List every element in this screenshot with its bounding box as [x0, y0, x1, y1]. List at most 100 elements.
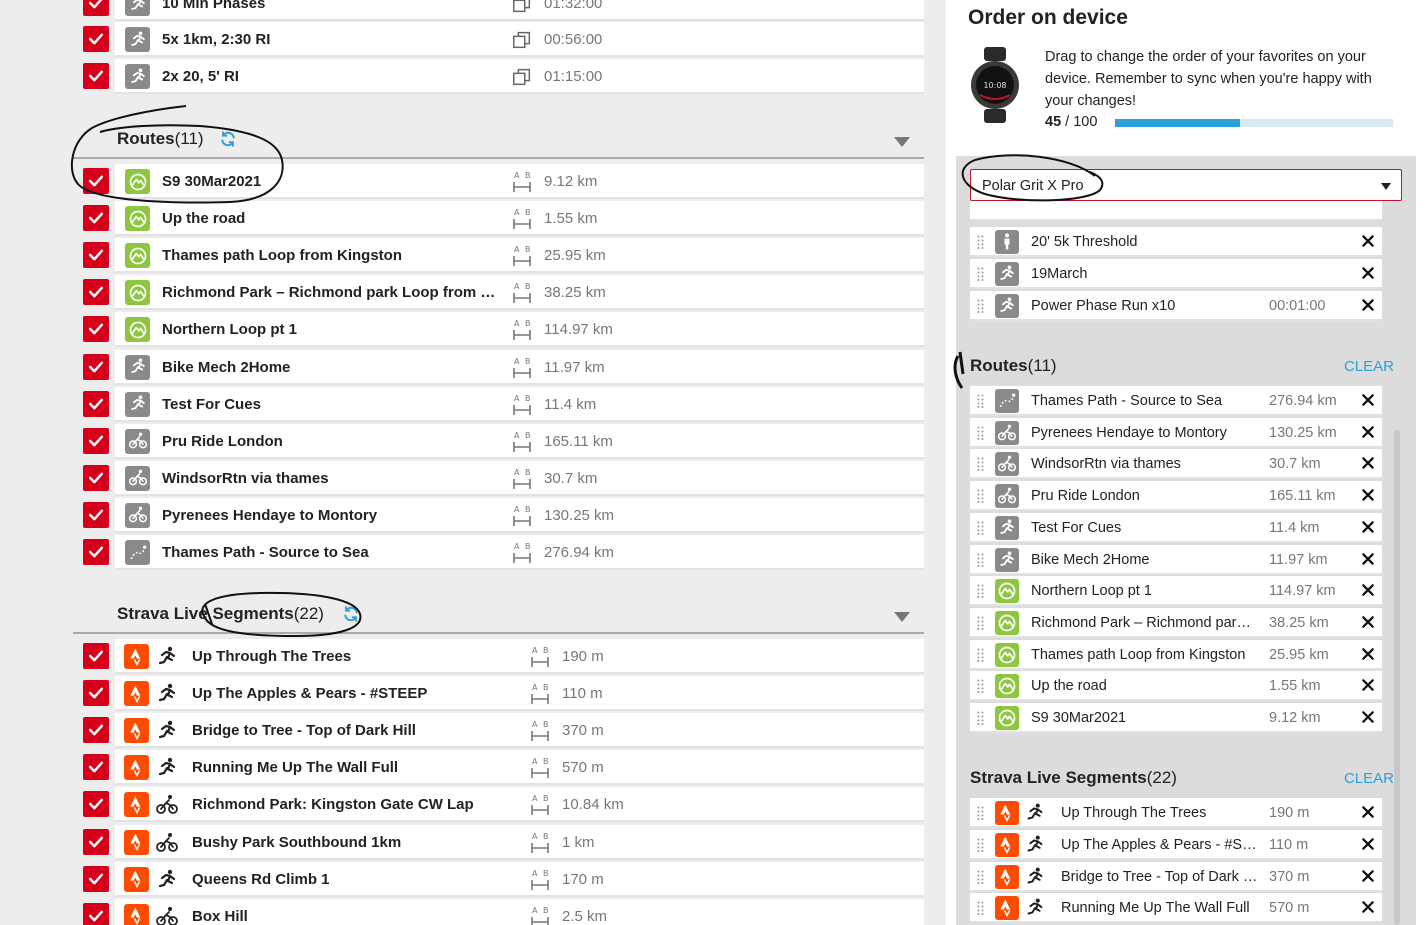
- drag-handle-icon[interactable]: [977, 299, 984, 313]
- device-favorite-row[interactable]: Bike Mech 2Home 11.97 km: [970, 544, 1382, 575]
- route-row[interactable]: Thames path Loop from Kingston A B 25.95 km: [81, 238, 924, 274]
- device-favorite-row[interactable]: Pyrenees Hendaye to Montory 130.25 km: [970, 417, 1382, 448]
- route-row[interactable]: Pru Ride London A B 165.11 km: [81, 423, 924, 459]
- remove-icon[interactable]: [1360, 297, 1376, 313]
- segment-row[interactable]: Box Hill A B 2.5 km: [81, 898, 924, 925]
- checkbox[interactable]: [83, 828, 109, 855]
- segment-row[interactable]: Bushy Park Southbound 1km A B 1 km: [81, 824, 924, 860]
- device-segment-row[interactable]: Up The Apples & Pears - #STEEP 110 m: [970, 829, 1382, 860]
- sync-icon[interactable]: [218, 129, 238, 149]
- checkbox[interactable]: [83, 26, 109, 52]
- drag-handle-icon[interactable]: [977, 616, 984, 630]
- checkbox[interactable]: [83, 680, 109, 707]
- checkbox[interactable]: [83, 865, 109, 892]
- drag-handle-icon[interactable]: [977, 521, 984, 535]
- clear-link[interactable]: CLEAR: [1344, 770, 1394, 787]
- route-row[interactable]: Thames Path - Source to Sea A B 276.94 km: [81, 535, 924, 570]
- remove-icon[interactable]: [1360, 836, 1376, 852]
- device-favorite-row[interactable]: 19March: [970, 258, 1382, 289]
- checkbox[interactable]: [83, 427, 109, 454]
- route-row[interactable]: Bike Mech 2Home A B 11.97 km: [81, 349, 924, 385]
- drag-handle-icon[interactable]: [977, 870, 984, 884]
- scrollbar[interactable]: [1394, 430, 1400, 925]
- drag-handle-icon[interactable]: [977, 394, 984, 408]
- checkbox[interactable]: [83, 791, 109, 818]
- sync-icon[interactable]: [341, 604, 361, 624]
- segment-row[interactable]: Richmond Park: Kingston Gate CW Lap A B 10.…: [81, 787, 924, 823]
- section-header[interactable]: Routes(11): [73, 129, 924, 159]
- checkbox[interactable]: [83, 643, 109, 669]
- drag-handle-icon[interactable]: [977, 553, 984, 567]
- route-row[interactable]: Test For Cues A B 11.4 km: [81, 386, 924, 422]
- route-row[interactable]: WindsorRtn via thames A B 30.7 km: [81, 460, 924, 496]
- checkbox[interactable]: [83, 902, 109, 925]
- drag-handle-icon[interactable]: [977, 267, 984, 281]
- remove-icon[interactable]: [1360, 899, 1376, 915]
- drag-handle-icon[interactable]: [977, 235, 984, 249]
- drag-handle-icon[interactable]: [977, 838, 984, 852]
- device-favorite-row[interactable]: Test For Cues 11.4 km: [970, 512, 1382, 543]
- route-row[interactable]: Pyrenees Hendaye to Montory A B 130.25 km: [81, 497, 924, 533]
- checkbox[interactable]: [83, 242, 109, 269]
- remove-icon[interactable]: [1360, 677, 1376, 693]
- drag-handle-icon[interactable]: [977, 711, 984, 725]
- section-header[interactable]: Strava Live Segments(22): [73, 604, 924, 634]
- clear-link[interactable]: CLEAR: [1344, 358, 1394, 375]
- route-row[interactable]: S9 30Mar2021 A B 9.12 km: [81, 164, 924, 199]
- checkbox[interactable]: [83, 464, 109, 491]
- device-favorite-row[interactable]: Power Phase Run x10 00:01:00: [970, 290, 1382, 321]
- device-favorite-row[interactable]: WindsorRtn via thames 30.7 km: [970, 449, 1382, 480]
- drag-handle-icon[interactable]: [977, 584, 984, 599]
- remove-icon[interactable]: [1360, 582, 1376, 598]
- remove-icon[interactable]: [1360, 551, 1376, 567]
- collapse-toggle-icon[interactable]: [894, 137, 910, 147]
- device-favorite-row[interactable]: Up the road 1.55 km: [970, 671, 1382, 702]
- remove-icon[interactable]: [1360, 804, 1376, 820]
- checkbox[interactable]: [83, 63, 109, 89]
- drag-handle-icon[interactable]: [977, 901, 984, 916]
- checkbox[interactable]: [83, 279, 109, 306]
- segment-row[interactable]: Bridge to Tree - Top of Dark Hill A B 370 m: [81, 713, 924, 749]
- checkbox[interactable]: [83, 205, 109, 232]
- device-favorite-row[interactable]: Pru Ride London 165.11 km: [970, 481, 1382, 512]
- route-row[interactable]: Richmond Park – Richmond park Loop from …: [81, 275, 924, 311]
- checkbox[interactable]: [83, 353, 109, 380]
- checkbox[interactable]: [83, 0, 109, 16]
- checkbox[interactable]: [83, 168, 109, 194]
- checkbox[interactable]: [83, 501, 109, 528]
- segment-row[interactable]: Up Through The Trees A B 190 m: [81, 639, 924, 674]
- device-favorite-row[interactable]: Thames path Loop from Kingston 25.95 km: [970, 639, 1382, 670]
- checkbox[interactable]: [83, 539, 109, 565]
- device-favorite-row[interactable]: Richmond Park – Richmond park Loop 38.25 …: [970, 607, 1382, 638]
- remove-icon[interactable]: [1360, 487, 1376, 503]
- remove-icon[interactable]: [1360, 646, 1376, 662]
- collapse-toggle-icon[interactable]: [894, 612, 910, 622]
- drag-handle-icon[interactable]: [977, 426, 984, 440]
- device-favorite-row[interactable]: Thames Path - Source to Sea 276.94 km: [970, 386, 1382, 416]
- drag-handle-icon[interactable]: [977, 457, 984, 472]
- device-favorite-row[interactable]: 20' 5k Threshold: [970, 227, 1382, 257]
- remove-icon[interactable]: [1360, 709, 1376, 725]
- remove-icon[interactable]: [1360, 233, 1376, 249]
- remove-icon[interactable]: [1360, 392, 1376, 408]
- drag-handle-icon[interactable]: [977, 489, 984, 504]
- checkbox[interactable]: [83, 390, 109, 417]
- remove-icon[interactable]: [1360, 455, 1376, 471]
- checkbox[interactable]: [83, 316, 109, 343]
- checkbox[interactable]: [83, 717, 109, 744]
- drag-handle-icon[interactable]: [977, 679, 984, 694]
- remove-icon[interactable]: [1360, 424, 1376, 440]
- route-row[interactable]: Up the road A B 1.55 km: [81, 201, 924, 237]
- segment-row[interactable]: Up The Apples & Pears - #STEEP A B 110 m: [81, 676, 924, 712]
- remove-icon[interactable]: [1360, 614, 1376, 630]
- device-segment-row[interactable]: Running Me Up The Wall Full 570 m: [970, 893, 1382, 924]
- remove-icon[interactable]: [1360, 519, 1376, 535]
- segment-row[interactable]: Queens Rd Climb 1 A B 170 m: [81, 861, 924, 897]
- device-favorite-row[interactable]: S9 30Mar2021 9.12 km: [970, 703, 1382, 733]
- workout-row[interactable]: 2x 20, 5' RI 01:15:00: [81, 59, 924, 94]
- segment-row[interactable]: Running Me Up The Wall Full A B 570 m: [81, 750, 924, 786]
- workout-row[interactable]: 5x 1km, 2:30 RI 00:56:00: [81, 22, 924, 57]
- workout-row[interactable]: 10 Min Phases 01:32:00: [81, 0, 924, 21]
- device-segment-row[interactable]: Up Through The Trees 190 m: [970, 798, 1382, 828]
- checkbox[interactable]: [83, 754, 109, 781]
